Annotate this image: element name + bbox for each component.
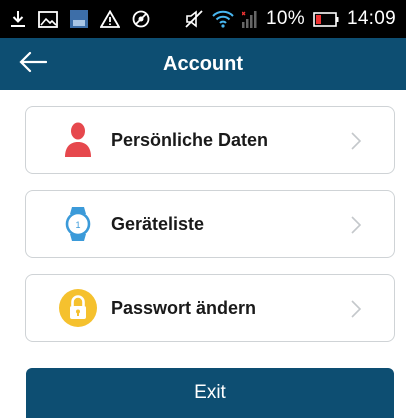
clock: 14:09 [346,8,396,29]
menu-item-label: Persönliche Daten [111,129,269,150]
signal-icon [242,10,258,28]
download-icon [10,10,26,28]
person-icon [55,117,101,163]
wifi-icon [212,10,234,28]
blocked-icon [132,10,150,28]
battery-icon [313,11,339,27]
status-bar: 10% 14:09 [0,0,406,38]
status-left-icons [10,10,150,28]
app-icon [70,10,88,28]
back-button[interactable] [16,50,50,78]
watch-icon: 1 [55,201,101,247]
menu-item-personal-data[interactable]: Persönliche Daten [25,106,395,174]
exit-button[interactable]: Exit [26,368,394,418]
app-bar: Account [0,38,406,90]
account-menu: Persönliche Daten 1 Geräteliste Passwort… [25,106,395,358]
svg-text:1: 1 [75,220,80,230]
menu-item-change-password[interactable]: Passwort ändern [25,274,395,342]
arrow-left-icon [19,51,48,78]
menu-item-label: Geräteliste [111,213,205,234]
chevron-right-icon [350,299,362,319]
chevron-right-icon [350,215,362,235]
chevron-right-icon [350,131,362,151]
menu-item-device-list[interactable]: 1 Geräteliste [25,190,395,258]
page-title: Account [163,52,243,75]
battery-percent: 10% [266,8,305,29]
warning-icon [100,10,120,28]
status-right-icons: 10% 14:09 [184,8,396,30]
mute-icon [184,10,204,28]
image-icon [38,10,58,28]
menu-item-label: Passwort ändern [111,297,257,318]
lock-icon [55,285,101,331]
